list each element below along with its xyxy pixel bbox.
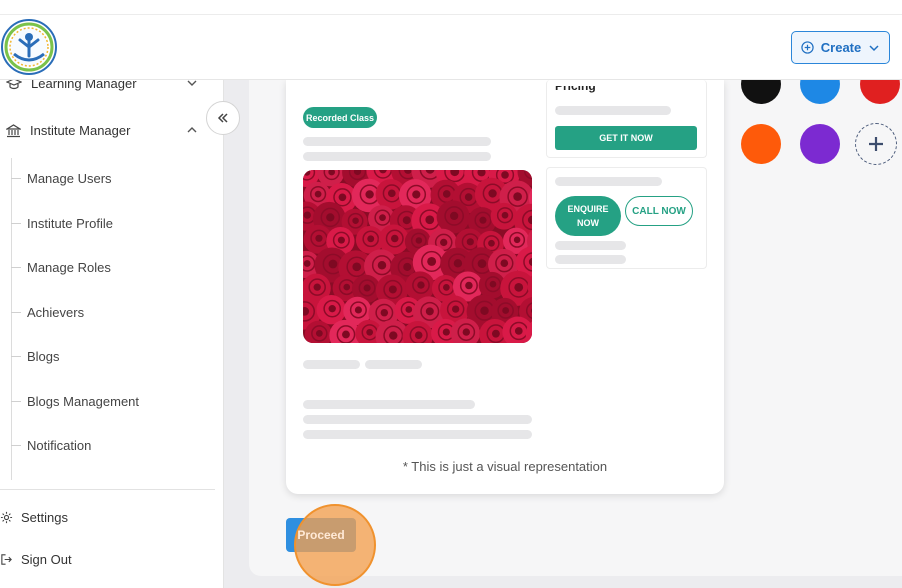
sidebar-item-label: Achievers xyxy=(27,305,85,320)
sidebar-item-notification[interactable]: Notification xyxy=(11,438,91,453)
skeleton-line xyxy=(555,255,626,264)
sidebar-item-institute-profile[interactable]: Institute Profile xyxy=(11,216,113,231)
recorded-class-badge: Recorded Class xyxy=(303,107,377,128)
sidebar-item-label: Manage Roles xyxy=(27,260,111,275)
gear-icon xyxy=(0,511,13,524)
sidebar-divider xyxy=(0,489,215,490)
skeleton-line xyxy=(303,152,491,161)
sidebar-item-label: Manage Users xyxy=(27,171,112,186)
chevron-down-icon xyxy=(869,44,879,51)
sidebar-item-manage-roles[interactable]: Manage Roles xyxy=(11,260,111,275)
create-button[interactable]: Create xyxy=(791,31,890,64)
skeleton-line xyxy=(303,360,360,369)
skeleton-line xyxy=(555,106,671,115)
sidebar-item-label: Blogs Management xyxy=(27,394,140,409)
bank-icon xyxy=(6,123,21,137)
skeleton-line xyxy=(555,241,626,250)
sidebar-item-blogs[interactable]: Blogs xyxy=(11,349,60,364)
sign-out-icon xyxy=(1,554,12,565)
skeleton-line xyxy=(303,400,475,409)
chevron-up-icon xyxy=(187,127,197,133)
sidebar-item-label: Notification xyxy=(27,438,92,453)
sidebar-item-institute-manager[interactable]: Institute Manager xyxy=(6,123,197,138)
logo[interactable] xyxy=(0,18,58,76)
add-color-button[interactable] xyxy=(855,123,897,165)
color-swatch-orange[interactable] xyxy=(741,124,781,164)
collapse-sidebar-button[interactable] xyxy=(206,101,240,135)
skeleton-line xyxy=(303,137,491,146)
course-image xyxy=(303,170,532,343)
sidebar-item-settings[interactable]: Settings xyxy=(0,510,68,525)
skeleton-line xyxy=(365,360,422,369)
sidebar-item-label: Institute Profile xyxy=(27,216,113,231)
visual-representation-note: * This is just a visual representation xyxy=(402,459,608,474)
double-chevron-left-icon xyxy=(217,113,228,123)
sidebar-item-blogs-management[interactable]: Blogs Management xyxy=(11,394,139,409)
enquire-now-button[interactable]: ENQUIRE NOW xyxy=(555,196,621,236)
skeleton-line xyxy=(555,177,662,186)
plus-icon xyxy=(869,137,883,151)
plus-circle-icon xyxy=(801,41,814,54)
sidebar-item-label: Institute Manager xyxy=(30,123,131,138)
sign-out-label: Sign Out xyxy=(21,552,72,567)
color-swatch-purple[interactable] xyxy=(800,124,840,164)
sidebar-item-manage-users[interactable]: Manage Users xyxy=(11,171,112,186)
settings-label: Settings xyxy=(21,510,68,525)
skeleton-line xyxy=(303,415,532,424)
create-label: Create xyxy=(820,40,862,55)
header-divider xyxy=(0,14,902,15)
sidebar-item-sign-out[interactable]: Sign Out xyxy=(0,552,72,567)
call-now-button[interactable]: CALL NOW xyxy=(625,196,693,226)
skeleton-line xyxy=(303,430,532,439)
sidebar-item-label: Blogs xyxy=(27,349,60,364)
top-header: Create xyxy=(0,0,902,80)
proceed-button[interactable] xyxy=(286,518,356,552)
get-it-now-button[interactable]: GET IT NOW xyxy=(555,126,697,150)
sidebar-item-achievers[interactable]: Achievers xyxy=(11,305,84,320)
pricing-heading: Pricing xyxy=(555,86,596,93)
